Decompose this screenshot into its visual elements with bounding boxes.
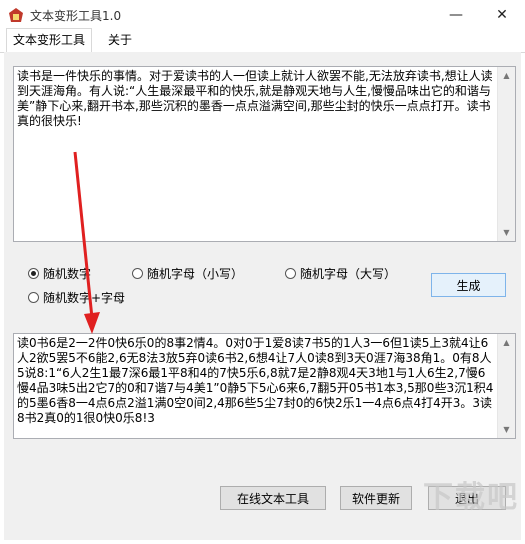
close-icon[interactable]: ✕ [479, 0, 525, 30]
software-update-button[interactable]: 软件更新 [340, 486, 412, 510]
main-panel: 读书是一件快乐的事情。对于爱读书的人一但读上就计人欲罢不能,无法放弃读书,想让人… [4, 52, 521, 540]
scroll-up-icon[interactable]: ▲ [498, 334, 515, 351]
option-random-digits[interactable]: 随机数字 [28, 265, 91, 282]
option-random-lowercase[interactable]: 随机字母（小写） [132, 265, 243, 282]
output-scrollbar[interactable]: ▲ ▼ [497, 334, 515, 438]
radio-checked-icon [28, 268, 39, 279]
watermark-logo: 下载吧 [423, 480, 519, 515]
radio-icon [132, 268, 143, 279]
option-label: 随机数字 [43, 267, 92, 281]
title-bar: 文本变形工具1.0 — ✕ [0, 0, 525, 30]
app-icon [9, 8, 23, 22]
minimize-icon[interactable]: — [433, 0, 479, 30]
input-textarea[interactable]: 读书是一件快乐的事情。对于爱读书的人一但读上就计人欲罢不能,无法放弃读书,想让人… [13, 66, 516, 242]
option-random-uppercase[interactable]: 随机字母（大写） [285, 265, 396, 282]
input-scrollbar[interactable]: ▲ ▼ [497, 67, 515, 241]
online-text-tools-button[interactable]: 在线文本工具 [220, 486, 326, 510]
window-title: 文本变形工具1.0 [30, 9, 122, 23]
radio-icon [285, 268, 296, 279]
option-label: 随机字母（小写） [147, 267, 244, 281]
option-random-digits-letters[interactable]: 随机数字+字母 [28, 289, 125, 306]
tab-bar: 文本变形工具 关于 [0, 28, 525, 53]
output-text: 读0书6是2一2件0快6乐0的8事2情4。0对0于1爱8读7书5的1人3一6但1… [17, 336, 494, 425]
option-label: 随机字母（大写） [300, 267, 397, 281]
tab-text-tool[interactable]: 文本变形工具 [6, 28, 93, 53]
tab-about[interactable]: 关于 [102, 29, 139, 51]
scroll-down-icon[interactable]: ▼ [498, 421, 515, 438]
input-text: 读书是一件快乐的事情。对于爱读书的人一但读上就计人欲罢不能,无法放弃读书,想让人… [17, 69, 493, 128]
output-textarea[interactable]: 读0书6是2一2件0快6乐0的8事2情4。0对0于1爱8读7书5的1人3一6但1… [13, 333, 516, 439]
option-label: 随机数字+字母 [43, 291, 126, 305]
generate-button[interactable]: 生成 [431, 273, 506, 297]
scroll-down-icon[interactable]: ▼ [498, 224, 515, 241]
scroll-up-icon[interactable]: ▲ [498, 67, 515, 84]
radio-icon [28, 292, 39, 303]
